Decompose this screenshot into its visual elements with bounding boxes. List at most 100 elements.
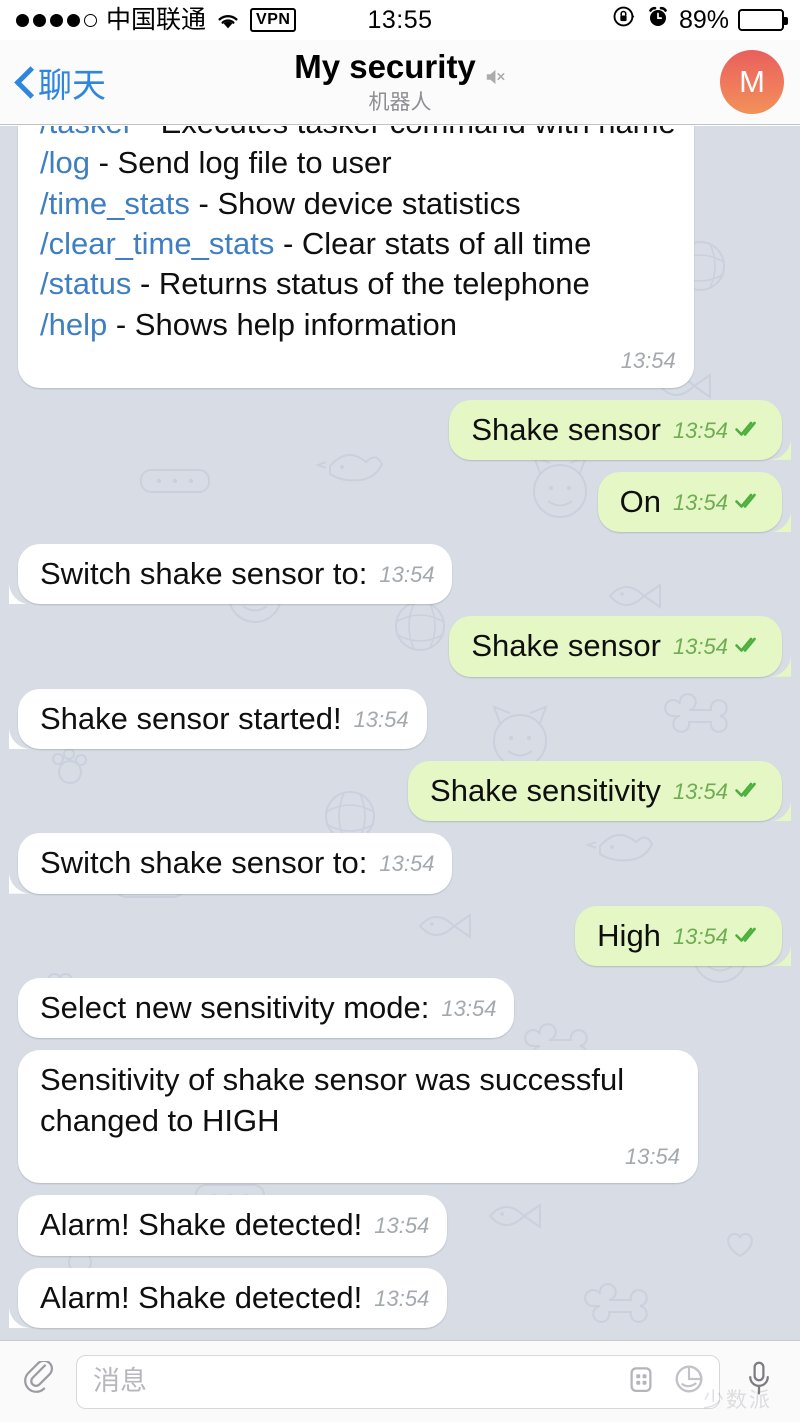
message-row: /tasker - Executes tasker command with n… <box>18 126 782 388</box>
message-text-segment: - Clear stats of all time <box>282 226 592 262</box>
message-meta: 13:54 <box>379 561 434 590</box>
message-input[interactable] <box>93 1366 621 1397</box>
outgoing-message-bubble[interactable]: Shake sensor 13:54 <box>449 399 782 460</box>
message-row: Shake sensor 13:54 <box>18 399 782 460</box>
message-row: Select new sensitivity mode: 13:54 <box>18 977 782 1039</box>
message-list: /tasker - Executes tasker command with n… <box>0 126 800 1340</box>
keyboard-button[interactable] <box>621 1362 661 1402</box>
message-text: Select new sensitivity mode: <box>40 989 430 1025</box>
bot-command-link[interactable]: /time_stats <box>40 186 190 221</box>
incoming-message-bubble[interactable]: Switch shake sensor to: 13:54 <box>18 544 453 605</box>
message-text-segment: - Shows help information <box>107 306 458 342</box>
message-meta: 13:54 <box>673 489 764 518</box>
message-input-field[interactable] <box>76 1354 720 1409</box>
message-text-segment: - Send log file to user <box>98 145 392 181</box>
message-text: Alarm! Shake detected! <box>40 1279 363 1315</box>
message-timestamp: 13:54 <box>353 706 409 732</box>
avatar-initial: M <box>739 64 765 99</box>
message-timestamp: 13:54 <box>624 1143 680 1169</box>
paperclip-icon <box>22 1359 56 1402</box>
message-timestamp: 13:54 <box>672 489 728 515</box>
rotation-lock-icon <box>612 4 637 36</box>
message-row: Alarm! Shake detected! 13:54 <box>18 1195 782 1256</box>
bot-command-link[interactable]: /status <box>40 266 131 301</box>
voice-record-button[interactable] <box>732 1354 786 1410</box>
message-timestamp: 13:54 <box>374 1213 430 1239</box>
message-text-segment: - Show device statistics <box>198 185 521 221</box>
message-input-bar: 少数派 <box>0 1340 800 1422</box>
message-meta: 13:54 <box>441 995 496 1024</box>
message-text: Shake sensor <box>471 628 661 664</box>
message-meta: 13:54 <box>673 778 764 807</box>
message-timestamp: 13:54 <box>379 851 435 877</box>
message-text-segment: - Executes tasker command with name <box>133 126 676 140</box>
message-text-segment: - Returns status of the telephone <box>139 266 590 302</box>
message-meta: 13:54 <box>374 1285 429 1314</box>
microphone-icon <box>744 1360 774 1403</box>
bot-command-link[interactable]: /log <box>40 145 90 180</box>
message-row: Switch shake sensor to: 13:54 <box>18 544 782 605</box>
read-receipt-double-check-icon <box>734 489 764 509</box>
read-receipt-double-check-icon <box>734 633 764 653</box>
message-text: High <box>597 917 661 953</box>
keyboard-grid-icon <box>626 1364 656 1399</box>
message-row: Sensitivity of shake sensor was successf… <box>18 1050 782 1184</box>
battery-icon <box>738 9 788 31</box>
message-text: Shake sensor <box>471 411 661 447</box>
message-text: /tasker - Executes tasker command with n… <box>40 126 676 342</box>
message-meta: 13:54 <box>673 923 764 952</box>
message-row: Alarm! Shake detected! 13:54 <box>18 1267 782 1328</box>
outgoing-message-bubble[interactable]: Shake sensor 13:54 <box>449 616 782 677</box>
message-text: Sensitivity of shake sensor was successf… <box>40 1062 633 1138</box>
incoming-message-bubble[interactable]: Select new sensitivity mode: 13:54 <box>18 977 515 1039</box>
message-meta: 13:54 <box>40 347 676 376</box>
status-bar: 中国联通 VPN 13:55 89% <box>0 0 800 40</box>
message-meta: 13:54 <box>354 706 409 735</box>
incoming-message-bubble[interactable]: Shake sensor started! 13:54 <box>18 688 427 750</box>
message-row: On 13:54 <box>18 471 782 533</box>
message-timestamp: 13:54 <box>672 923 728 949</box>
input-trailing-icons <box>621 1362 709 1402</box>
page-title: My security <box>294 48 506 86</box>
bot-command-link[interactable]: /clear_time_stats <box>40 226 274 261</box>
message-timestamp: 13:54 <box>620 347 676 373</box>
message-timestamp: 13:54 <box>374 1285 430 1311</box>
message-text: Shake sensitivity <box>430 773 661 809</box>
attach-button[interactable] <box>14 1355 64 1409</box>
read-receipt-double-check-icon <box>734 778 764 798</box>
message-row: Shake sensor 13:54 <box>18 616 782 677</box>
message-text: Switch shake sensor to: <box>40 845 368 881</box>
message-text: On <box>619 483 661 519</box>
chat-title-label: My security <box>294 47 476 85</box>
outgoing-message-bubble[interactable]: Shake sensitivity 13:54 <box>408 761 782 822</box>
back-button-label: 聊天 <box>38 66 106 105</box>
message-timestamp: 13:54 <box>441 995 497 1021</box>
message-timestamp: 13:54 <box>672 634 728 660</box>
incoming-message-bubble[interactable]: Alarm! Shake detected! 13:54 <box>18 1195 448 1256</box>
outgoing-message-bubble[interactable]: On 13:54 <box>597 471 782 533</box>
incoming-message-bubble[interactable]: Alarm! Shake detected! 13:54 <box>18 1267 448 1328</box>
chevron-left-icon <box>16 68 32 96</box>
bot-command-link[interactable]: /help <box>40 307 107 342</box>
battery-percent-label: 89% <box>678 5 729 34</box>
message-timestamp: 13:54 <box>672 417 728 443</box>
avatar[interactable]: M <box>720 50 784 114</box>
alarm-clock-icon <box>646 5 670 36</box>
message-meta: 13:54 <box>40 1143 680 1172</box>
back-button[interactable]: 聊天 <box>16 58 106 107</box>
message-text: Switch shake sensor to: <box>40 556 368 592</box>
incoming-message-bubble[interactable]: Switch shake sensor to: 13:54 <box>18 833 453 894</box>
sticker-icon <box>673 1363 705 1400</box>
outgoing-message-bubble[interactable]: High 13:54 <box>575 905 782 966</box>
message-row: High 13:54 <box>18 905 782 966</box>
incoming-message-bubble[interactable]: Sensitivity of shake sensor was successf… <box>18 1050 698 1184</box>
message-row: Shake sensor started! 13:54 <box>18 688 782 750</box>
chat-scroll-area[interactable]: /tasker - Executes tasker command with n… <box>0 126 800 1340</box>
bot-command-link[interactable]: /tasker <box>40 126 133 140</box>
incoming-message-bubble[interactable]: /tasker - Executes tasker command with n… <box>18 126 694 388</box>
status-bar-right: 89% <box>612 4 788 36</box>
message-timestamp: 13:54 <box>379 562 435 588</box>
message-meta: 13:54 <box>374 1212 429 1241</box>
speaker-muted-icon <box>484 57 506 84</box>
sticker-button[interactable] <box>669 1362 709 1402</box>
